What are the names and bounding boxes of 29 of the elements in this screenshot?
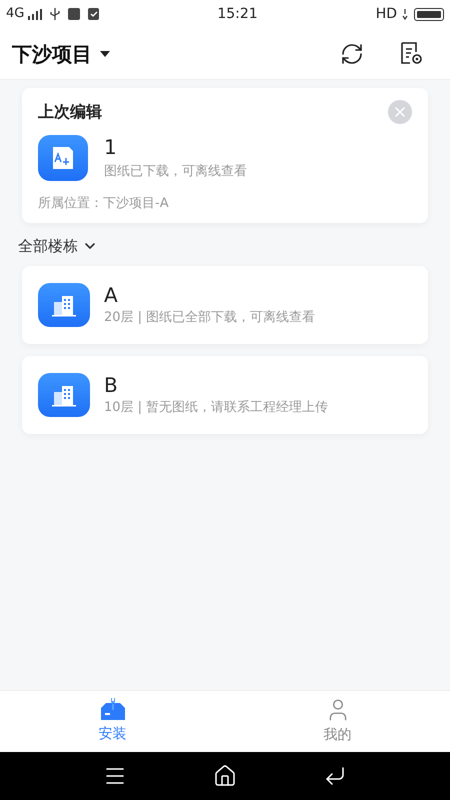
mobile-data-icon [401, 8, 410, 20]
battery-icon [414, 8, 444, 20]
network-label: 4G [6, 5, 24, 24]
download-status: 图纸已下载，可离线查看 [104, 163, 247, 181]
building-card[interactable]: A 20层 | 图纸已全部下载，可离线查看 [22, 266, 428, 344]
drawing-file-icon [38, 134, 88, 181]
toolbox-icon [98, 698, 126, 722]
project-selector[interactable]: 下沙项目 [12, 38, 110, 68]
tab[interactable]: 我的 [225, 691, 450, 752]
caret-icon [100, 50, 110, 56]
building-name: B [104, 372, 119, 398]
building-info: 20层 | 图纸已全部下载，可离线查看 [104, 308, 316, 327]
last-edit-card[interactable]: 上次编辑 1 图纸已下载，可离线查看 所属位置：下沙项目-A [22, 88, 428, 223]
location-text: 所属位置：下沙项目-A [38, 194, 170, 212]
hd-label: HD [376, 4, 397, 24]
signal-icon [28, 8, 42, 20]
tab[interactable]: 安装 [0, 691, 225, 752]
usb-icon [50, 8, 60, 20]
building-info: 10层 | 暂无图纸，请联系工程经理上传 [104, 398, 328, 417]
building-filter[interactable]: 全部楼栋 [18, 235, 98, 258]
building-name: A [104, 282, 119, 308]
section-title: 上次编辑 [38, 101, 102, 123]
building-icon [38, 372, 90, 416]
check-notification-icon [88, 8, 100, 20]
drawing-name: 1 [104, 134, 118, 160]
home-icon[interactable] [213, 764, 237, 788]
building-icon [38, 282, 90, 326]
building-card[interactable]: B 10层 | 暂无图纸，请联系工程经理上传 [22, 356, 428, 434]
clock: 15:21 [217, 4, 258, 24]
